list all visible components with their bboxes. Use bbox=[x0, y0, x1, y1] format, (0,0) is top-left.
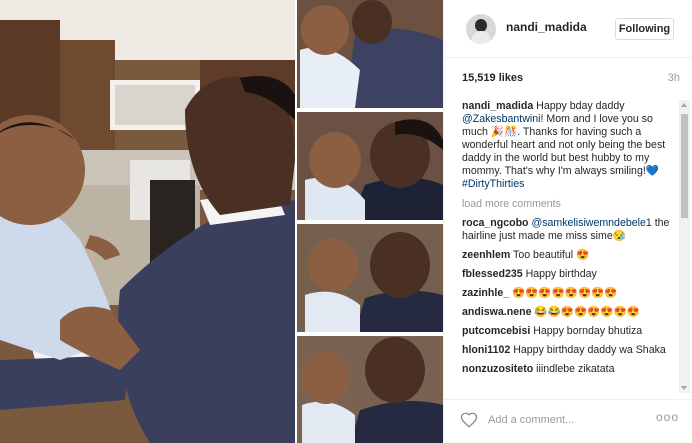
post-username[interactable]: nandi_madida bbox=[506, 20, 587, 34]
caption-text-1: Happy bday daddy bbox=[533, 100, 625, 112]
comment-username[interactable]: andiswa.nene bbox=[462, 306, 531, 318]
scroll-up-icon[interactable] bbox=[681, 103, 687, 107]
comments-scrollbar[interactable] bbox=[679, 100, 690, 393]
load-more-comments[interactable]: load more comments bbox=[462, 198, 676, 211]
likes-count[interactable]: 15,519 likes bbox=[462, 72, 523, 84]
comment-username[interactable]: putcomcebisi bbox=[462, 325, 530, 337]
comment-item: andiswa.nene 😂😂😍😍😍😍😍😍 bbox=[462, 306, 676, 319]
photo-collage bbox=[0, 0, 443, 443]
post-meta: 15,519 likes 3h bbox=[462, 72, 680, 90]
comment-footer: ooo bbox=[444, 399, 692, 443]
tile3-baby-head bbox=[308, 238, 358, 292]
comment-item: putcomcebisi Happy bornday bhutiza bbox=[462, 325, 676, 338]
comment-item: roca_ngcobo @samkelisiwemndebele1 the ha… bbox=[462, 217, 676, 243]
avatar-body bbox=[472, 31, 490, 44]
more-options-icon[interactable]: ooo bbox=[656, 410, 679, 424]
tile4-baby-head bbox=[302, 352, 350, 404]
comment-text: iiindlebe zikatata bbox=[533, 363, 615, 375]
comment-text: 😍😍😍😍😍😍😍😍 bbox=[509, 287, 618, 299]
scroll-down-icon[interactable] bbox=[681, 386, 687, 390]
comment-text: 😂😂😍😍😍😍😍😍 bbox=[531, 306, 640, 318]
heart-icon[interactable] bbox=[460, 411, 478, 429]
comment-username[interactable]: nonzuzositeto bbox=[462, 363, 533, 375]
tile1-baby-head bbox=[301, 5, 349, 55]
tile2-baby-head bbox=[309, 132, 361, 188]
caption: nandi_madida Happy bday daddy @Zakesbant… bbox=[462, 100, 676, 191]
tile1-man-head bbox=[352, 0, 392, 44]
scrollbar-thumb[interactable] bbox=[681, 114, 688, 218]
comment-username[interactable]: roca_ngcobo bbox=[462, 217, 529, 229]
post-panel: nandi_madida Following 15,519 likes 3h n… bbox=[443, 0, 692, 443]
comment-item: zeenhlem Too beautiful 😍 bbox=[462, 249, 676, 262]
add-comment-input[interactable] bbox=[488, 411, 638, 429]
comment-username[interactable]: fblessed235 bbox=[462, 268, 523, 280]
comment-item: zazinhle_ 😍😍😍😍😍😍😍😍 bbox=[462, 287, 676, 300]
tile3-man-head bbox=[370, 232, 430, 298]
post-photo[interactable] bbox=[0, 0, 443, 443]
caption-mention[interactable]: @Zakesbantwini bbox=[462, 113, 540, 125]
caption-username[interactable]: nandi_madida bbox=[462, 100, 533, 112]
comment-text: Too beautiful 😍 bbox=[510, 249, 590, 261]
tile1-man-suit bbox=[345, 28, 443, 109]
comment-mention[interactable]: @samkelisiwemndebele1 bbox=[531, 217, 651, 229]
comment-text: Happy birthday bbox=[522, 268, 597, 280]
comment-username[interactable]: zazinhle_ bbox=[462, 287, 509, 299]
following-button[interactable]: Following bbox=[615, 18, 674, 40]
comment-item: fblessed235 Happy birthday bbox=[462, 268, 676, 281]
comment-text: Happy bornday bhutiza bbox=[530, 325, 643, 337]
comment-text: Happy birthday daddy wa Shaka bbox=[510, 344, 666, 356]
post-time[interactable]: 3h bbox=[668, 72, 680, 84]
comments-list: nandi_madida Happy bday daddy @Zakesbant… bbox=[462, 100, 676, 395]
comment-username[interactable]: zeenhlem bbox=[462, 249, 510, 261]
comment-item: nonzuzositeto iiindlebe zikatata bbox=[462, 363, 676, 376]
comment-username[interactable]: hloni1102 bbox=[462, 344, 510, 356]
avatar[interactable] bbox=[466, 14, 496, 44]
window-blinds bbox=[115, 85, 195, 125]
post-header: nandi_madida Following bbox=[444, 0, 692, 58]
caption-hashtag[interactable]: #DirtyThirties bbox=[462, 178, 524, 190]
comment-item: hloni1102 Happy birthday daddy wa Shaka bbox=[462, 344, 676, 357]
tile4-man-head bbox=[365, 337, 425, 403]
